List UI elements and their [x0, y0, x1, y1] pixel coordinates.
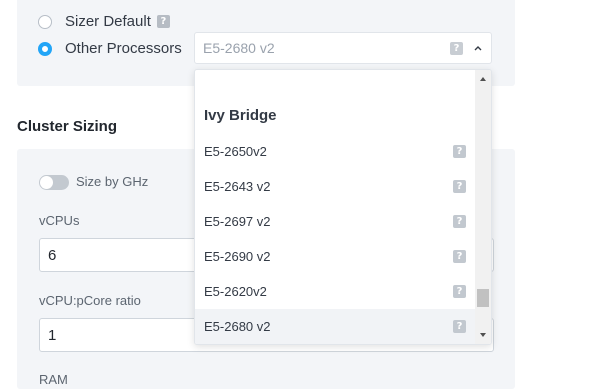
option-label: E5-2650v2: [204, 144, 267, 159]
option-label: E5-2620v2: [204, 284, 267, 299]
question-mark-icon[interactable]: ?: [453, 285, 466, 298]
other-processors-option[interactable]: Other Processors: [38, 40, 182, 57]
scroll-down-arrow-icon[interactable]: [478, 331, 488, 339]
radio-unchecked-icon[interactable]: [38, 14, 52, 29]
size-by-ghz-toggle[interactable]: [39, 175, 69, 190]
question-mark-icon[interactable]: ?: [453, 180, 466, 193]
processor-option[interactable]: E5-2643 v2 ?: [195, 169, 476, 204]
toggle-knob: [40, 176, 53, 189]
processor-option[interactable]: E5-2620v2 ?: [195, 274, 476, 309]
other-processors-label: Other Processors: [65, 40, 182, 57]
question-mark-icon[interactable]: ?: [453, 215, 466, 228]
ratio-value: 1: [48, 326, 57, 344]
sizer-default-option[interactable]: Sizer Default ?: [38, 13, 170, 30]
ram-label: RAM: [39, 372, 68, 387]
vcpu-pcore-ratio-label: vCPU:pCore ratio: [39, 293, 141, 308]
processor-option-selected[interactable]: E5-2680 v2 ?: [195, 309, 476, 344]
processor-dropdown-list[interactable]: Ivy Bridge E5-2650v2 ? E5-2643 v2 ? E5-2…: [194, 69, 492, 345]
option-label: E5-2680 v2: [204, 319, 271, 334]
vcpus-label: vCPUs: [39, 213, 80, 228]
vcpus-value: 6: [48, 246, 57, 264]
option-label: E5-2690 v2: [204, 249, 271, 264]
question-mark-icon[interactable]: ?: [156, 15, 170, 28]
question-mark-icon[interactable]: ?: [453, 320, 466, 333]
question-mark-icon[interactable]: ?: [453, 145, 466, 158]
option-label: E5-2697 v2: [204, 214, 271, 229]
option-label: E5-2643 v2: [204, 179, 271, 194]
question-mark-icon[interactable]: ?: [450, 41, 463, 55]
processor-option[interactable]: E5-2697 v2 ?: [195, 204, 476, 239]
question-mark-icon[interactable]: ?: [453, 250, 466, 263]
processor-select-value: E5-2680 v2: [203, 40, 275, 56]
scroll-thumb[interactable]: [477, 289, 489, 307]
dropdown-scrollbar[interactable]: [475, 70, 491, 344]
scroll-up-arrow-icon[interactable]: [478, 75, 488, 83]
section-title-cluster-sizing: Cluster Sizing: [17, 118, 118, 135]
processor-option[interactable]: E5-2650v2 ?: [195, 134, 476, 169]
radio-checked-icon[interactable]: [38, 41, 52, 56]
processor-option[interactable]: E5-2690 v2 ?: [195, 239, 476, 274]
size-by-ghz-label: Size by GHz: [76, 174, 149, 189]
chevron-up-icon[interactable]: [473, 43, 483, 53]
sizer-default-label: Sizer Default: [65, 13, 151, 30]
processor-select[interactable]: E5-2680 v2 ?: [194, 32, 492, 64]
group-title-ivy-bridge: Ivy Bridge: [204, 107, 277, 124]
